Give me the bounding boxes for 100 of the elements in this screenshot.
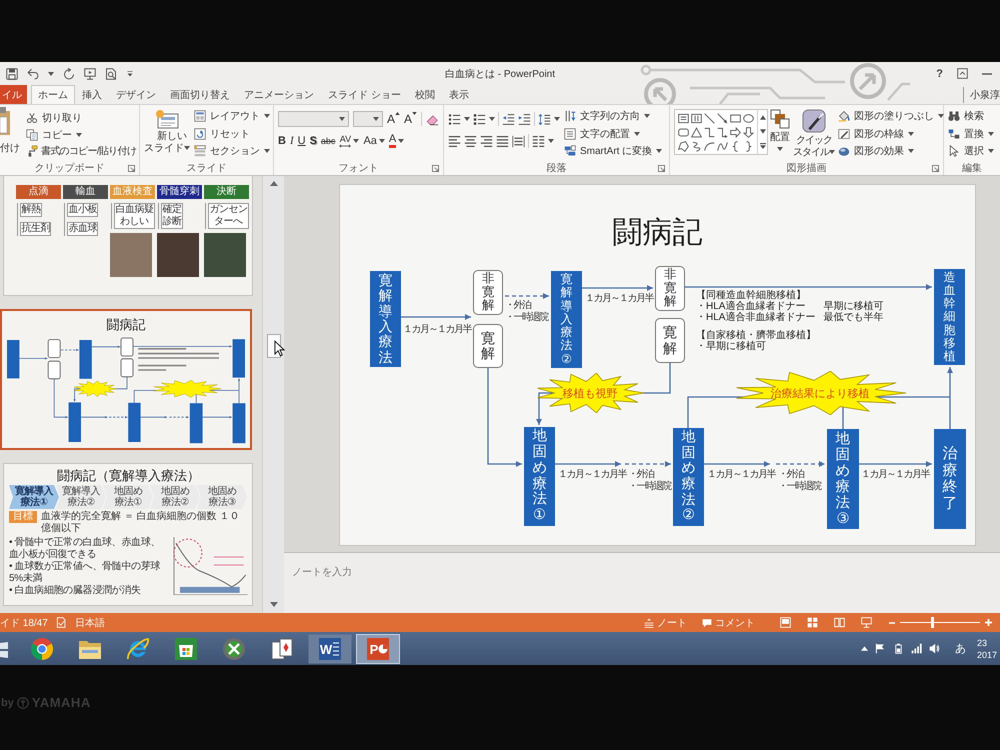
reset-button[interactable]: リセット (194, 126, 270, 142)
monitor-play-icon[interactable] (84, 68, 96, 80)
minimize-icon[interactable] (982, 72, 992, 74)
chrome-icon[interactable] (31, 638, 53, 660)
slide-thumbnail[interactable]: 闘病記 (0, 309, 252, 450)
character-spacing-button[interactable]: AV (339, 133, 360, 149)
ribbon-tab[interactable]: イル (0, 85, 27, 104)
ribbon-tab[interactable]: 校閲 (408, 85, 442, 104)
down-arrow-icon[interactable] (743, 127, 754, 138)
zoom-slider-thumb[interactable] (931, 617, 934, 628)
decrease-indent-icon[interactable] (502, 112, 515, 126)
caret-icon[interactable] (464, 117, 470, 121)
strikethrough-button[interactable]: abc (320, 133, 336, 149)
box-caret-up-icon[interactable] (957, 68, 968, 79)
right-arrow-icon[interactable] (730, 127, 741, 138)
font-name-field[interactable] (278, 111, 350, 127)
italic-button[interactable]: I (290, 133, 294, 149)
notes-field[interactable]: ノートを入力 (284, 552, 1000, 613)
corner-arrow-icon[interactable] (658, 164, 665, 172)
triangle-icon[interactable] (691, 127, 702, 138)
new-slide-button[interactable]: 新しいスライド (144, 107, 190, 161)
align-center-icon[interactable] (464, 134, 477, 148)
shrink-font-button[interactable]: A (404, 112, 417, 126)
find-button[interactable]: 検索 (948, 108, 994, 124)
scroll-up-icon[interactable] (760, 114, 766, 120)
clock-date[interactable]: 2017 (976, 648, 997, 660)
align-left-icon[interactable] (448, 134, 461, 148)
bracketed-lines-icon[interactable] (512, 134, 525, 148)
increase-indent-icon[interactable] (518, 112, 531, 126)
smartart-button[interactable]: SmartArt に変換 (564, 143, 662, 159)
section-button[interactable]: セクション (194, 143, 270, 159)
elbow-connector-icon[interactable] (704, 127, 715, 138)
justify-icon[interactable] (496, 134, 509, 148)
text-box-icon[interactable] (678, 113, 689, 124)
chevron-up-icon[interactable] (860, 646, 868, 651)
layout-button[interactable]: レイアウト (194, 108, 270, 124)
elbow-arrow-icon[interactable] (717, 127, 728, 138)
square-list-icon[interactable] (473, 112, 486, 126)
curve-icon[interactable] (717, 141, 728, 152)
arc-icon[interactable] (704, 141, 715, 152)
scroll-down-icon[interactable] (760, 128, 766, 134)
change-case-button[interactable]: Aa (363, 133, 385, 149)
select-button[interactable]: 選択 (948, 143, 994, 159)
volume-icon[interactable] (928, 643, 940, 654)
battery-icon[interactable] (892, 643, 904, 654)
ribbon-tab[interactable]: スライド ショー (321, 85, 408, 104)
slide-thumbnail[interactable]: 点滴 解熱 抗生剤 輸血 血小板 赤血球 血液検査 白血病疑わしい 骨髄穿刺 確定診断 決断 ガンセンターへ (3, 176, 253, 296)
undo-icon[interactable] (27, 68, 39, 80)
arrange-button[interactable]: 配置 (770, 107, 790, 161)
scroll-down-icon[interactable] (270, 602, 278, 607)
flag-icon[interactable] (874, 643, 886, 654)
ribbon-tab[interactable]: アニメーション (237, 85, 321, 104)
more-icon[interactable] (760, 143, 766, 150)
four-squares-icon[interactable] (807, 617, 818, 628)
slide-thumbnail[interactable]: 闘病記（寛解導入療法） 寛解導入療法① 寛解導入療法② 地固め療法① 地固め療法② 地固め療法③ 目標 血液学的完全寛解 ＝ 白血病細胞の個数 １０億個以下 • 骨髄中で正常の白血球、赤血球、血小板が回復できる • 血球数が正常値へ、骨髄中の芽球5%未満 • 白血病細胞の臓器浸潤が消失 (3, 463, 253, 606)
caret-icon[interactable] (48, 72, 54, 76)
clock-time[interactable]: 23 (976, 636, 987, 648)
projector-screen-icon[interactable] (861, 617, 872, 628)
bar-caret-icon[interactable] (126, 70, 134, 78)
font-color-button[interactable]: A (388, 133, 404, 149)
scribble-icon[interactable] (691, 141, 702, 152)
align-right-icon[interactable] (480, 134, 493, 148)
internet-explorer-icon[interactable] (127, 638, 149, 660)
format-painter-button[interactable]: 書式のコピー/貼り付け (26, 143, 136, 159)
document-magnifier-icon[interactable] (105, 68, 117, 80)
caret-icon[interactable] (548, 139, 554, 143)
caret-icon[interactable] (372, 117, 379, 121)
signal-icon[interactable] (910, 643, 922, 654)
text-direction-button[interactable]: 文字列の方向 (564, 108, 662, 124)
bullets-icon[interactable] (448, 112, 461, 126)
user-name[interactable]: 小泉淳 (963, 86, 1000, 102)
scroll-up-icon[interactable] (270, 181, 278, 186)
ime-indicator[interactable]: あ (954, 641, 966, 656)
align-text-button[interactable]: 文字の配置 (564, 126, 662, 142)
oval-icon[interactable] (743, 113, 754, 124)
ribbon-tab[interactable]: ホーム (31, 85, 75, 104)
help-button[interactable]: ? (936, 68, 943, 80)
powerpoint-icon[interactable]: P (356, 634, 400, 664)
ribbon-tab[interactable]: 表示 (442, 85, 476, 104)
open-book-icon[interactable] (834, 617, 845, 628)
shape-gallery[interactable] (674, 109, 768, 155)
line-spacing-icon[interactable] (538, 112, 551, 126)
ribbon-tab[interactable]: デザイン (109, 85, 163, 104)
corner-arrow-icon[interactable] (432, 164, 439, 172)
shadow-button[interactable]: S (310, 133, 317, 149)
caret-icon[interactable] (554, 117, 560, 121)
rounded-rectangle-icon[interactable] (678, 127, 689, 138)
replace-button[interactable]: 置換 (948, 126, 994, 142)
rectangle-icon[interactable] (730, 113, 741, 124)
bold-button[interactable]: B (278, 133, 286, 149)
underline-button[interactable]: U (298, 133, 306, 149)
start-button-icon[interactable] (0, 639, 8, 658)
vertical-text-box-icon[interactable] (691, 113, 702, 124)
shape-outline-button[interactable]: 図形の枠線 (838, 126, 944, 142)
paste-button[interactable]: 付け (0, 107, 20, 161)
eraser-icon[interactable] (426, 112, 439, 126)
quick-styles-button[interactable]: クイックスタイル (792, 107, 836, 161)
grow-font-button[interactable]: A (386, 112, 400, 126)
cut-button[interactable]: 切り取り (26, 110, 136, 126)
columns-icon[interactable] (532, 134, 545, 148)
